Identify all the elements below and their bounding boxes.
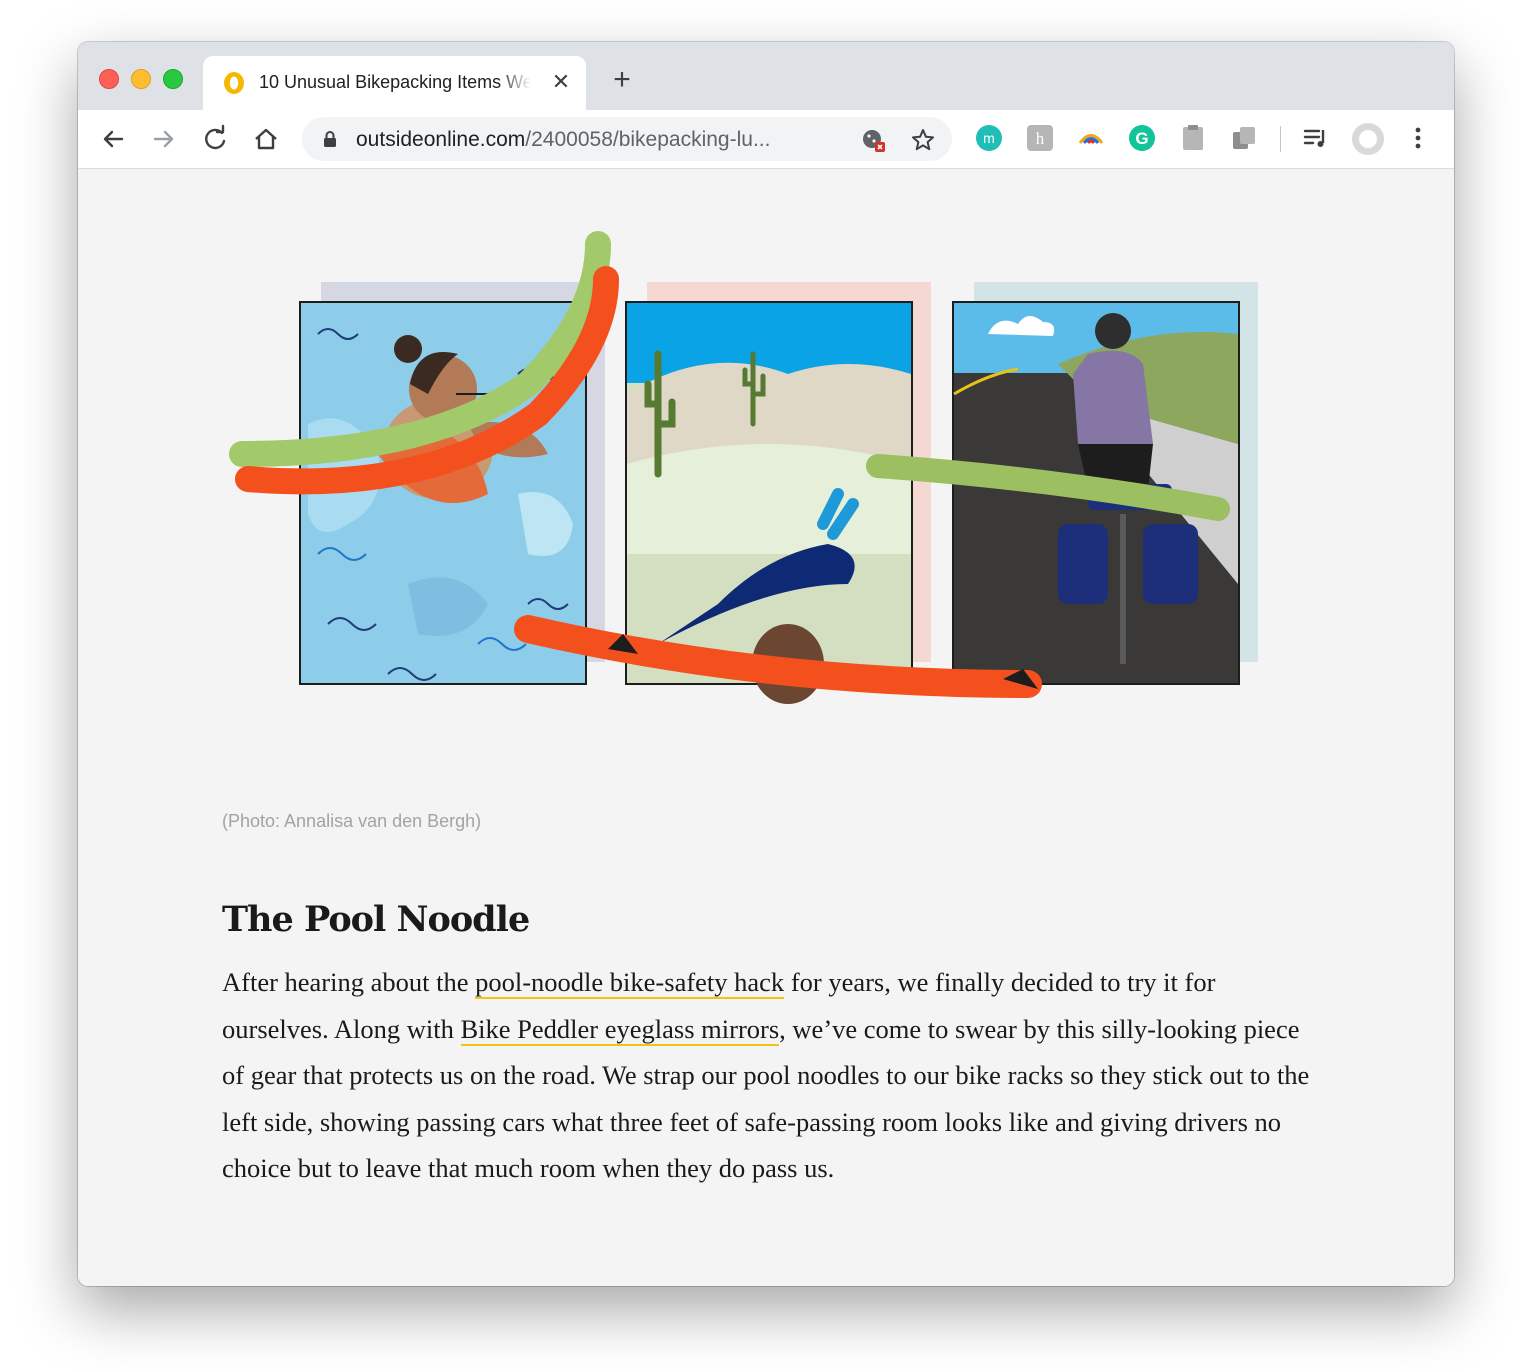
url-path: /2400058/bikepacking-lu...	[525, 128, 771, 151]
new-tab-button[interactable]: +	[608, 65, 636, 95]
section-heading: The Pool Noodle	[222, 899, 530, 940]
home-icon[interactable]	[251, 124, 281, 154]
menu-icon[interactable]	[1404, 124, 1432, 152]
svg-text:h: h	[1036, 129, 1045, 148]
zoom-window-button[interactable]	[163, 69, 183, 89]
media-icon[interactable]	[1302, 124, 1330, 152]
pool-noodle-hack-link[interactable]: pool-noodle bike-safety hack	[475, 967, 785, 999]
para-intro: After hearing about the	[222, 967, 476, 997]
page-content: (Photo: Annalisa van den Bergh) The Pool…	[78, 169, 1454, 1286]
active-tab[interactable]: 10 Unusual Bikepacking Items We Swear By…	[203, 56, 586, 110]
rainbow-extension-icon[interactable]	[1077, 124, 1105, 152]
eyeglass-mirrors-link[interactable]: Bike Peddler eyeglass mirrors	[460, 1013, 780, 1046]
clipboard-extension-icon[interactable]	[1179, 124, 1207, 152]
article-paragraph: After hearing about the pool-noodle bike…	[222, 959, 1312, 1192]
grammarly-icon[interactable]: G	[1128, 124, 1156, 152]
url-domain: outsideonline.com	[356, 128, 526, 151]
minimize-window-button[interactable]	[131, 69, 151, 89]
pool-noodle-illustration	[229, 231, 1258, 704]
star-icon[interactable]	[910, 127, 936, 153]
photo-credit: (Photo: Annalisa van den Bergh)	[222, 811, 482, 831]
browser-window: 10 Unusual Bikepacking Items We Swear By…	[78, 42, 1454, 1286]
svg-text:G: G	[1135, 129, 1148, 148]
tab-title: 10 Unusual Bikepacking Items We Swear By	[259, 72, 531, 92]
close-window-button[interactable]	[99, 69, 119, 89]
forward-icon[interactable]	[149, 124, 179, 154]
toolbar-separator	[1280, 126, 1281, 152]
svg-text:m: m	[983, 130, 995, 146]
lock-icon[interactable]	[322, 130, 338, 148]
profile-avatar[interactable]	[1351, 122, 1385, 156]
address-bar[interactable]: outsideonline.com/2400058/bikepacking-lu…	[302, 117, 952, 161]
browser-toolbar: outsideonline.com/2400058/bikepacking-lu…	[78, 110, 1454, 169]
reload-icon[interactable]	[200, 124, 230, 154]
url-text[interactable]: outsideonline.com/2400058/bikepacking-lu…	[356, 128, 856, 152]
tab-strip: 10 Unusual Bikepacking Items We Swear By…	[78, 42, 1454, 110]
copies-extension-icon[interactable]	[1230, 124, 1258, 152]
m-extension-icon[interactable]: m	[975, 124, 1003, 152]
h-extension-icon[interactable]: h	[1026, 124, 1054, 152]
tab-close-icon[interactable]: ✕	[549, 70, 573, 94]
cookie-blocked-icon[interactable]	[860, 127, 886, 153]
back-icon[interactable]	[98, 124, 128, 154]
outside-logo-icon	[224, 72, 244, 94]
